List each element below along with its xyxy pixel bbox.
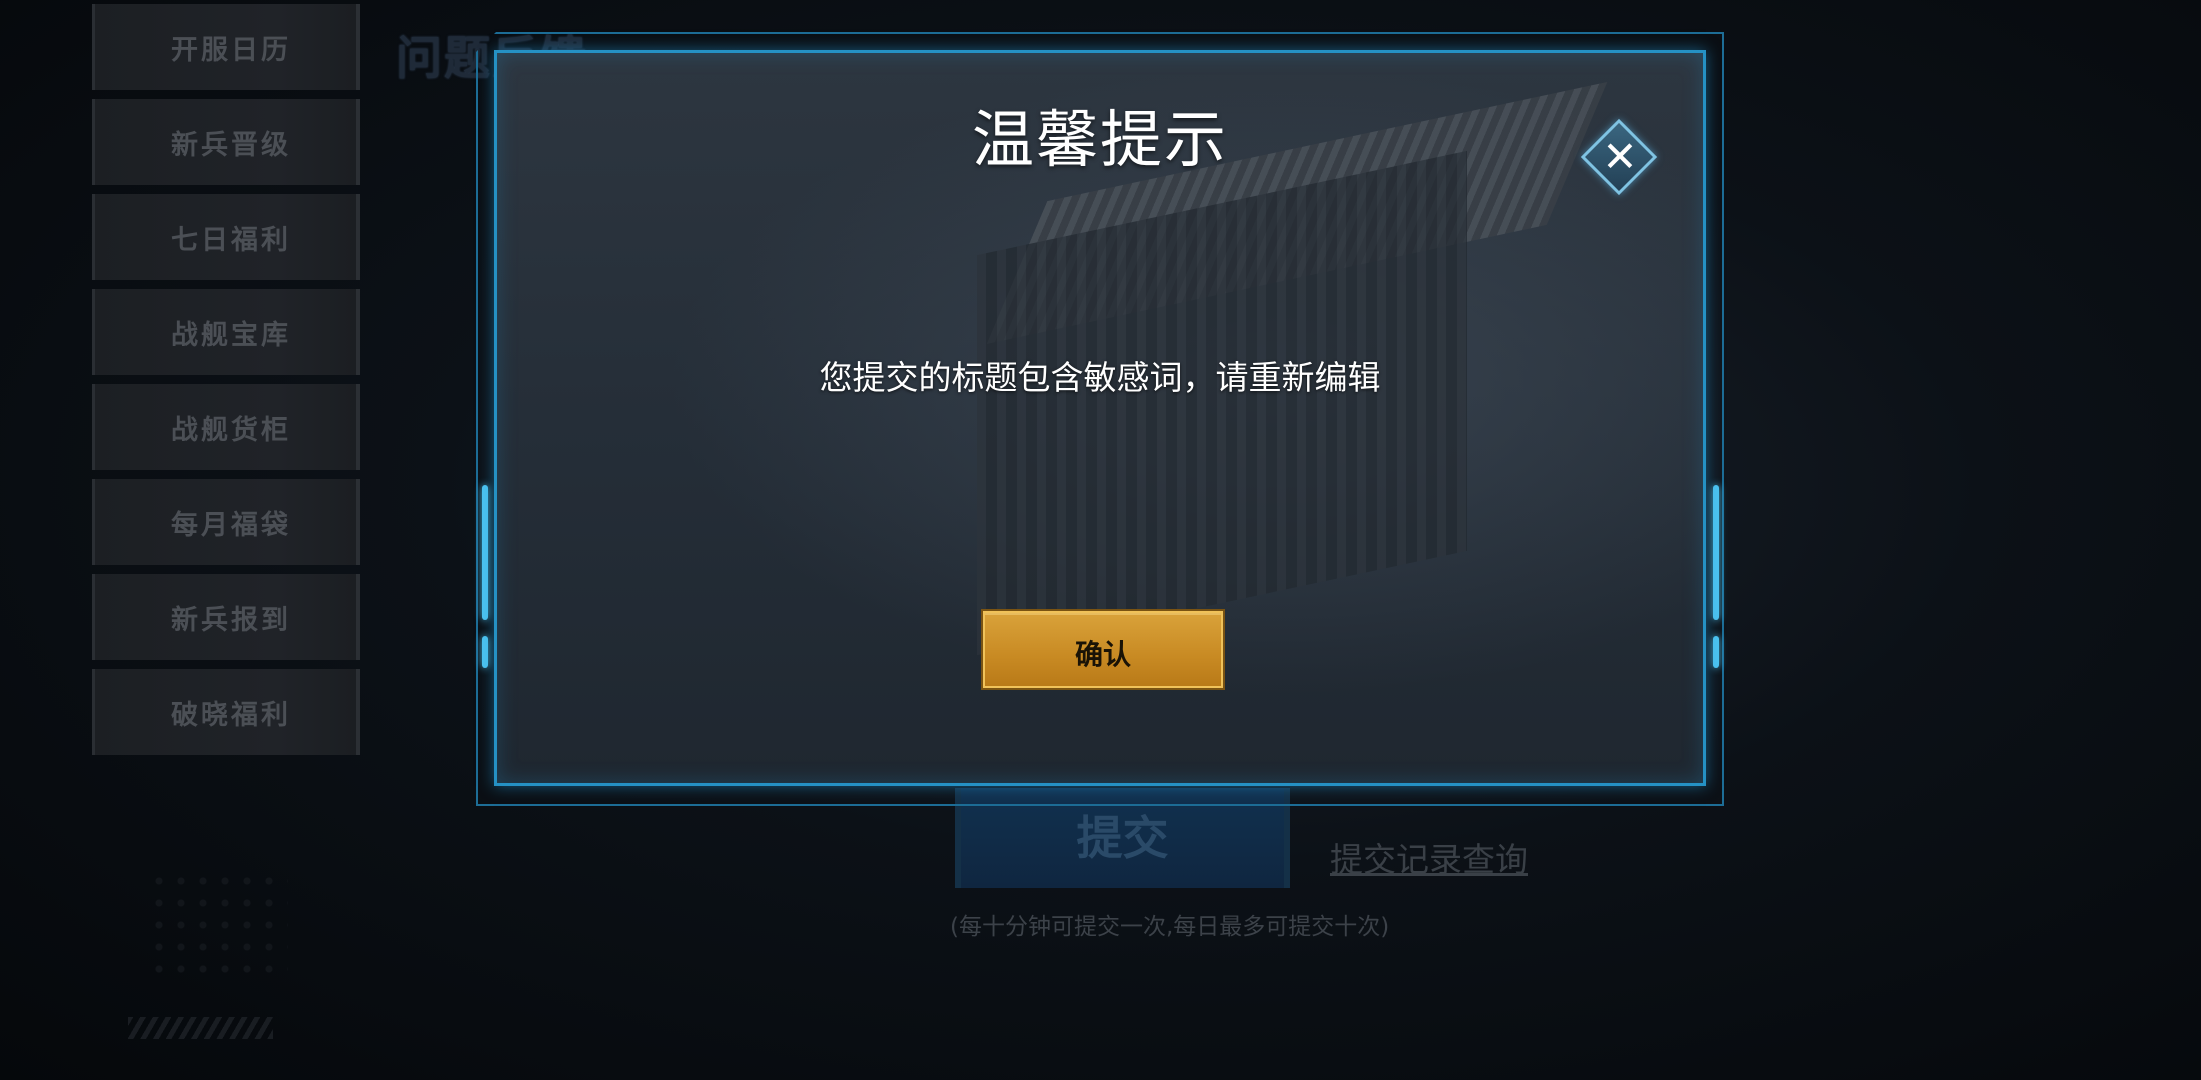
sidebar-item-label: 七日福利 — [171, 224, 291, 256]
sidebar-item-recruit-promotion[interactable]: 新兵晋级 — [92, 99, 360, 185]
decorative-dot-grid — [148, 870, 288, 980]
sidebar-item-dawn-rewards[interactable]: 破晓福利 — [92, 669, 360, 755]
confirm-button[interactable]: 确认 — [983, 611, 1223, 688]
sidebar-item-warship-vault[interactable]: 战舰宝库 — [92, 289, 360, 375]
sidebar-item-recruit-checkin[interactable]: 新兵报到 — [92, 574, 360, 660]
sidebar-item-label: 开服日历 — [171, 34, 291, 66]
sidebar-item-label: 破晓福利 — [171, 699, 291, 731]
sidebar-item-server-calendar[interactable]: 开服日历 — [92, 4, 360, 90]
sidebar-item-label: 每月福袋 — [171, 509, 291, 541]
frame-glow-left — [482, 485, 488, 620]
close-button[interactable]: ✕ — [1580, 118, 1660, 198]
sidebar-item-label: 战舰宝库 — [171, 319, 291, 351]
decorative-stripes — [128, 1017, 273, 1039]
submit-button-label: 提交 — [1076, 811, 1169, 865]
submission-history-link[interactable]: 提交记录查询 — [1330, 833, 1528, 881]
frame-glow-right — [1713, 485, 1719, 620]
game-screen: 开服日历 新兵晋级 七日福利 战舰宝库 战舰货柜 每月福袋 新兵报到 破晓福利 … — [0, 0, 2201, 1080]
sidebar-item-warship-container[interactable]: 战舰货柜 — [92, 384, 360, 470]
sidebar-item-label: 新兵晋级 — [171, 129, 291, 161]
sidebar: 开服日历 新兵晋级 七日福利 战舰宝库 战舰货柜 每月福袋 新兵报到 破晓福利 — [92, 4, 364, 764]
sidebar-item-monthly-bag[interactable]: 每月福袋 — [92, 479, 360, 565]
sidebar-item-seven-day-rewards[interactable]: 七日福利 — [92, 194, 360, 280]
sidebar-item-label: 战舰货柜 — [171, 414, 291, 446]
frame-glow-right-small — [1713, 636, 1719, 668]
warm-tip-dialog: 温馨提示 ✕ 您提交的标题包含敏感词，请重新编辑 确认 — [494, 50, 1706, 786]
submission-limit-note: (每十分钟可提交一次,每日最多可提交十次) — [950, 914, 1390, 940]
close-icon: ✕ — [1602, 132, 1638, 181]
dialog-message: 您提交的标题包含敏感词，请重新编辑 — [819, 358, 1381, 397]
frame-glow-left-small — [482, 636, 488, 668]
confirm-button-label: 确认 — [1074, 638, 1131, 671]
sidebar-item-label: 新兵报到 — [171, 604, 291, 636]
dialog-title: 温馨提示 — [971, 103, 1228, 176]
